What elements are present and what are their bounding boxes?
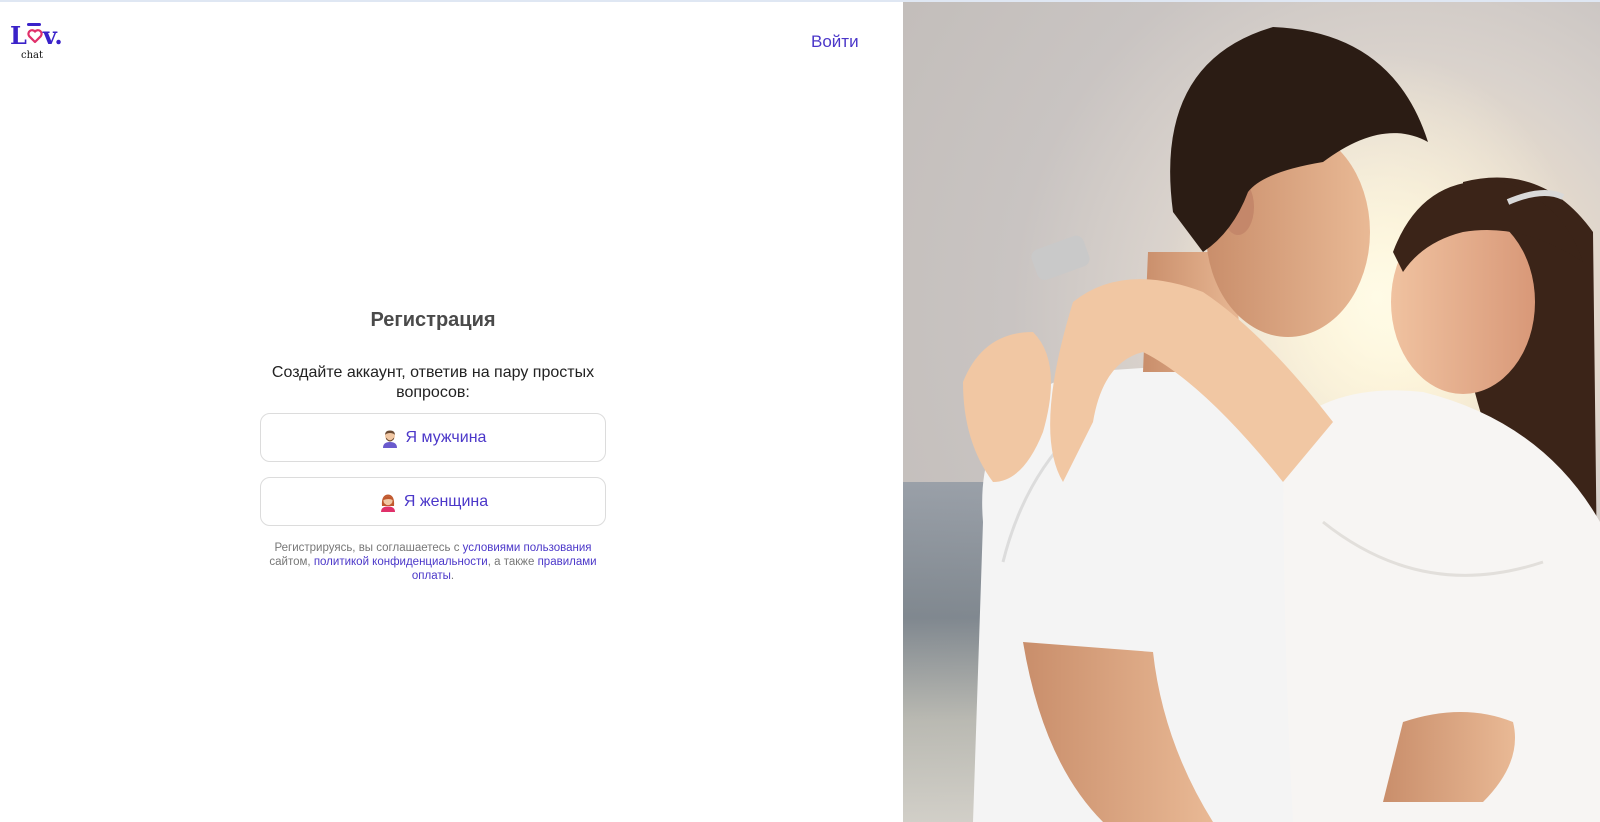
page-title: Регистрация	[370, 309, 496, 331]
login-link[interactable]: Войти	[811, 32, 859, 52]
terms-notice: Регистрируясь, вы соглашаетесь с условия…	[269, 542, 597, 582]
male-option-label: Я мужчина	[405, 428, 487, 446]
hero-photo	[903, 2, 1600, 822]
male-option-button[interactable]: Я мужчина	[260, 413, 606, 462]
woman-emoji-icon	[380, 494, 395, 512]
logo-subtitle: chat	[21, 50, 44, 61]
privacy-policy-link[interactable]: политикой конфиденциальности	[314, 556, 488, 568]
female-option-label: Я женщина	[403, 492, 489, 510]
form-subtitle: Создайте аккаунт, ответив на пару просты…	[271, 364, 595, 401]
man-emoji-icon	[382, 430, 397, 448]
heart-icon	[27, 29, 43, 44]
registration-form: Регистрация Создайте аккаунт, ответив на…	[260, 308, 606, 583]
logo[interactable]: Lov. chat	[10, 22, 80, 64]
terms-of-use-link[interactable]: условиями пользования	[463, 542, 592, 554]
couple-illustration	[903, 2, 1600, 822]
female-option-button[interactable]: Я женщина	[260, 477, 606, 526]
registration-pane: Lov. chat Войти Регистрация Создайте акк…	[0, 2, 903, 822]
logo-macron	[27, 23, 41, 26]
